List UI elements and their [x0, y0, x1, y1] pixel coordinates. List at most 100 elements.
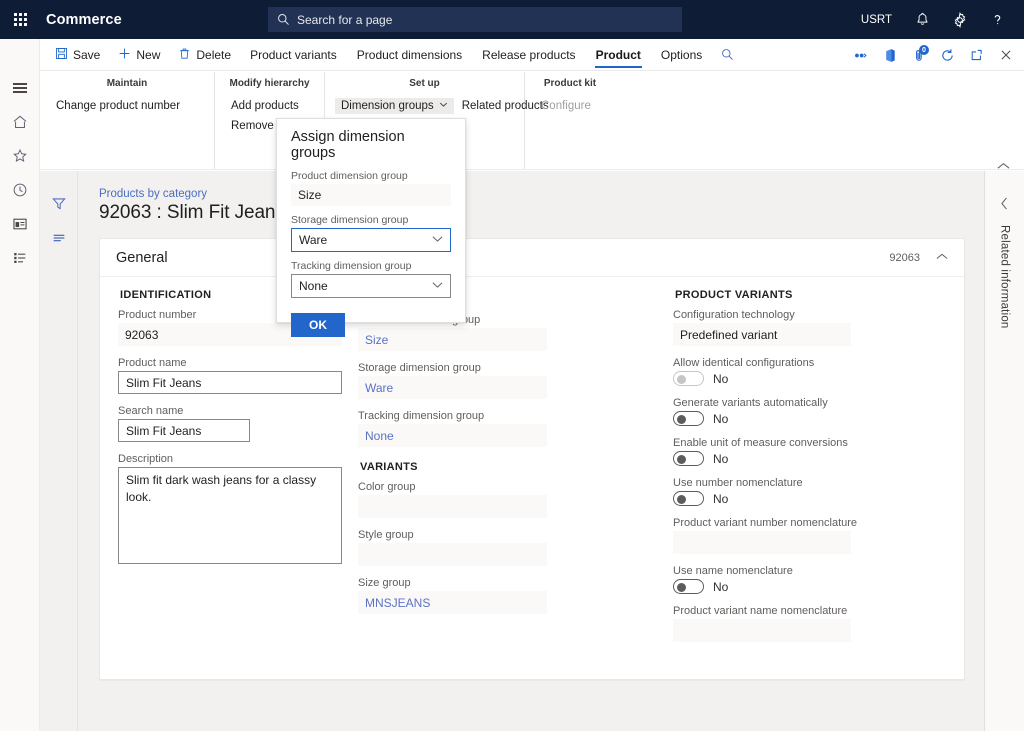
breadcrumb[interactable]: Products by category — [99, 188, 964, 200]
gear-icon[interactable] — [941, 0, 979, 39]
related-information-label[interactable]: Related information — [999, 225, 1011, 329]
configuration-technology-field: Configuration technology Predefined vari… — [673, 309, 877, 346]
generate-variants-automatically-field: Generate variants automatically No — [673, 397, 877, 426]
tracking-dimension-group-field: Tracking dimension group None — [358, 410, 547, 447]
product-variant-name-nomenclature-field: Product variant name nomenclature — [673, 605, 877, 642]
dimension-groups-column: Product dimension group Size Storage dim… — [350, 289, 555, 653]
product-name-label: Product name — [118, 357, 342, 369]
enable-unit-of-measure-conversions-toggle[interactable] — [673, 451, 704, 466]
allow-identical-configurations-field: Allow identical configurations No — [673, 357, 877, 386]
style-group-value[interactable] — [358, 543, 547, 566]
company-selector[interactable]: USRT — [849, 0, 904, 39]
save-icon — [55, 47, 68, 63]
close-icon[interactable] — [991, 39, 1020, 71]
chevron-down-icon — [432, 281, 443, 292]
size-group-field: Size group MNSJEANS — [358, 577, 547, 614]
popup-ok-button[interactable]: OK — [291, 313, 345, 337]
save-button[interactable]: Save — [46, 39, 109, 71]
storage-dimension-group-value[interactable]: Ware — [358, 376, 547, 399]
search-name-label: Search name — [118, 405, 342, 417]
storage-dimension-group-label: Storage dimension group — [358, 362, 547, 374]
nav-workspaces-icon[interactable] — [0, 207, 40, 241]
size-group-label: Size group — [358, 577, 547, 589]
popup-tracking-dimension-group-label: Tracking dimension group — [291, 260, 451, 272]
list-lines-icon[interactable] — [40, 221, 78, 255]
product-name-input[interactable]: Slim Fit Jeans — [118, 371, 342, 394]
global-search-input[interactable]: Search for a page — [268, 7, 682, 32]
configuration-technology-label: Configuration technology — [673, 309, 877, 321]
allow-identical-configurations-toggle — [673, 371, 704, 386]
description-textarea[interactable]: Slim fit dark wash jeans for a classy lo… — [118, 467, 342, 564]
nav-home-icon[interactable] — [0, 105, 40, 139]
attach-link-icon[interactable] — [846, 39, 875, 71]
product-variant-number-nomenclature-label: Product variant number nomenclature — [673, 517, 877, 529]
popup-storage-dimension-group-value: Ware — [299, 233, 327, 247]
office-app-icon[interactable] — [875, 39, 904, 71]
tab-product[interactable]: Product — [586, 39, 651, 71]
command-search-icon[interactable] — [712, 39, 743, 71]
use-number-nomenclature-value: No — [713, 492, 728, 506]
new-button-label: New — [136, 48, 160, 62]
popup-storage-dimension-group-select[interactable]: Ware — [291, 228, 451, 252]
tab-product-variants[interactable]: Product variants — [240, 39, 347, 71]
tab-options[interactable]: Options — [651, 39, 712, 71]
tab-release-products[interactable]: Release products — [472, 39, 585, 71]
search-name-input[interactable]: Slim Fit Jeans — [118, 419, 250, 442]
related-information-expand-chevron-left-icon[interactable] — [1000, 197, 1009, 213]
configuration-technology-value[interactable]: Predefined variant — [673, 323, 851, 346]
attachments-icon[interactable]: 0 — [904, 39, 933, 71]
left-navigation-sidebar — [0, 39, 40, 731]
nav-recent-clock-icon[interactable] — [0, 173, 40, 207]
app-launcher-icon[interactable] — [0, 0, 40, 39]
identification-column: IDENTIFICATION Product number 92063 Prod… — [110, 289, 350, 653]
size-group-value[interactable]: MNSJEANS — [358, 591, 547, 614]
use-number-nomenclature-toggle[interactable] — [673, 491, 704, 506]
new-button[interactable]: New — [109, 39, 169, 71]
popup-tracking-dimension-group-value: None — [299, 279, 328, 293]
generate-variants-automatically-toggle[interactable] — [673, 411, 704, 426]
ribbon-group-modify-hierarchy-title: Modify hierarchy — [229, 78, 309, 89]
general-fasttab-collapse-chevron-up-icon[interactable] — [936, 252, 948, 264]
product-variant-number-nomenclature-value[interactable] — [673, 531, 851, 554]
general-fasttab-header[interactable]: General 92063 — [100, 239, 964, 277]
color-group-value[interactable] — [358, 495, 547, 518]
storage-dimension-group-field: Storage dimension group Ware — [358, 362, 547, 399]
delete-button[interactable]: Delete — [169, 39, 240, 71]
attachments-badge-count: 0 — [919, 45, 929, 55]
dimension-groups-button[interactable]: Dimension groups — [335, 98, 454, 114]
action-pane-ribbon: Maintain Change product number Modify hi… — [40, 72, 1024, 170]
filter-funnel-icon[interactable] — [40, 187, 78, 221]
bell-icon[interactable] — [904, 0, 941, 39]
generate-variants-automatically-label: Generate variants automatically — [673, 397, 877, 409]
page-content: Products by category 92063 : Slim Fit Je… — [79, 171, 984, 731]
product-variants-column: PRODUCT VARIANTS Configuration technolog… — [665, 289, 885, 653]
variants-heading: VARIANTS — [360, 461, 547, 473]
popup-tracking-dimension-group-field: Tracking dimension group None — [291, 260, 451, 298]
popup-product-dimension-group-input[interactable]: Size — [291, 184, 451, 206]
tab-product-dimensions[interactable]: Product dimensions — [347, 39, 472, 71]
question-mark-icon[interactable] — [979, 0, 1016, 39]
add-products-button[interactable]: Add products — [225, 98, 305, 114]
ribbon-group-product-kit-title: Product kit — [544, 78, 596, 89]
color-group-field: Color group — [358, 481, 547, 518]
ribbon-group-maintain: Maintain Change product number — [40, 72, 215, 169]
use-name-nomenclature-toggle[interactable] — [673, 579, 704, 594]
general-fasttab-title: General — [116, 250, 168, 266]
nav-favorites-star-icon[interactable] — [0, 139, 40, 173]
refresh-icon[interactable] — [933, 39, 962, 71]
nav-modules-list-icon[interactable] — [0, 241, 40, 275]
open-in-new-window-icon[interactable] — [962, 39, 991, 71]
general-fasttab-summary: 92063 — [889, 252, 920, 264]
product-variant-number-nomenclature-field: Product variant number nomenclature — [673, 517, 877, 554]
filter-rail — [40, 171, 78, 731]
related-information-panel: Related information — [984, 171, 1024, 731]
enable-unit-of-measure-conversions-label: Enable unit of measure conversions — [673, 437, 877, 449]
nav-hamburger-icon[interactable] — [0, 71, 40, 105]
product-variant-name-nomenclature-value[interactable] — [673, 619, 851, 642]
ribbon-group-product-kit: Product kit Configure — [525, 72, 615, 169]
change-product-number-button[interactable]: Change product number — [50, 98, 186, 114]
tracking-dimension-group-value[interactable]: None — [358, 424, 547, 447]
tracking-dimension-group-label: Tracking dimension group — [358, 410, 547, 422]
command-bar-right-icons: 0 — [846, 39, 1020, 71]
popup-tracking-dimension-group-select[interactable]: None — [291, 274, 451, 298]
